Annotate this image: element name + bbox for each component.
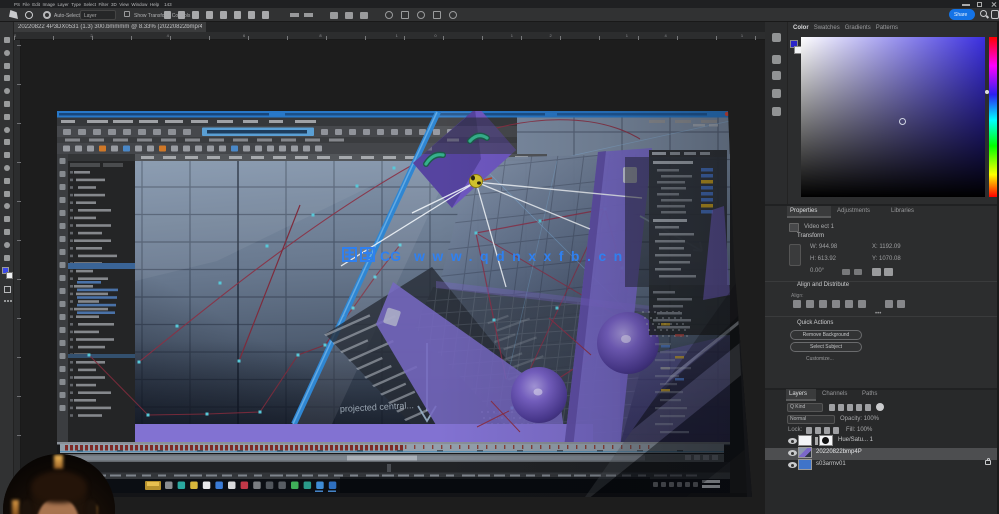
- svg-text:www.qdnxxfb.cn: www.qdnxxfb.cn: [413, 248, 630, 264]
- svg-text:CG: CG: [380, 248, 401, 264]
